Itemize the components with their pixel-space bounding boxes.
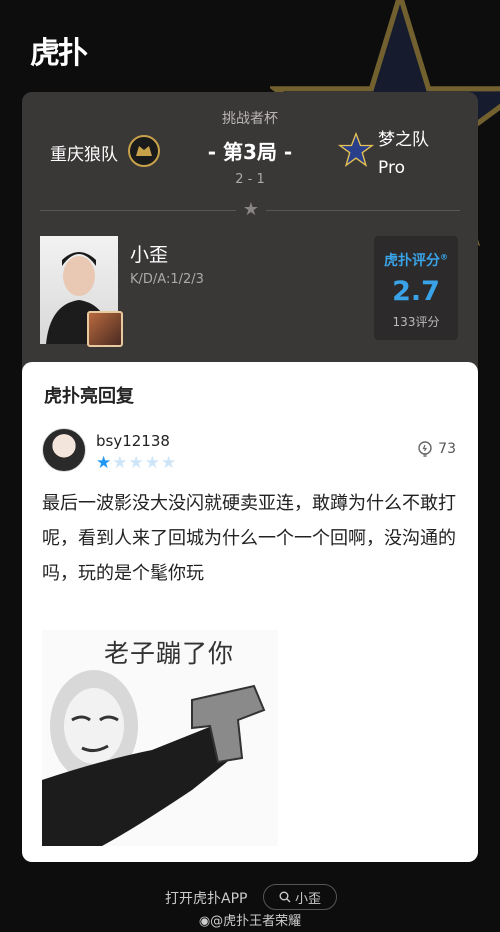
cup-name: 挑战者杯 (222, 111, 278, 127)
team-right-logo (338, 132, 374, 167)
divider-star-icon: ★ (242, 199, 260, 220)
reply-card: 虎扑亮回复 bsy12138 ★★★★★ 73 最后一波影没大没闪就硬卖亚连，敢… (22, 362, 478, 862)
star-empty-icon: ★ (112, 453, 129, 473)
weibo-handle: @虎扑王者荣耀 (210, 914, 302, 929)
avatar[interactable] (42, 428, 86, 472)
registered-icon: ® (440, 252, 448, 262)
open-app-link[interactable]: 打开虎扑APP (165, 888, 247, 908)
team-left-logo (128, 135, 160, 167)
rating-value: 2.7 (392, 276, 440, 307)
rating-label: 虎扑评分® (384, 252, 448, 269)
rating-count: 133评分 (392, 315, 440, 329)
search-icon (279, 891, 291, 903)
weibo-icon: ◉ (198, 914, 211, 929)
meme-caption: 老子蹦了你 (104, 639, 235, 668)
search-chip[interactable]: 小歪 (263, 884, 337, 910)
team-right-name-line2: Pro (378, 158, 405, 178)
star-filled-icon: ★ (96, 453, 113, 473)
hero-thumbnail (87, 311, 123, 347)
lightbulb-icon (418, 441, 432, 457)
star-empty-icon: ★ (161, 453, 178, 473)
meme-image: 老子蹦了你 (42, 630, 278, 846)
hupu-logo: 虎扑 (30, 36, 88, 71)
star-rating: ★★★★★ (96, 454, 177, 472)
like-count: 73 (438, 441, 456, 457)
team-right-name: 梦之队 Pro (378, 126, 429, 182)
player-kda: K/D/A:1/2/3 (130, 272, 204, 287)
like-button[interactable]: 73 (416, 440, 456, 458)
team-left-name: 重庆狼队 (50, 145, 118, 165)
match-card: 挑战者杯 - 第3局 - 2 - 1 重庆狼队 梦之队 Pro ★ 小歪 K/D… (22, 92, 478, 382)
search-term: 小歪 (294, 891, 321, 907)
wolf-icon (136, 146, 152, 156)
reply-title: 虎扑亮回复 (44, 386, 134, 407)
player-name[interactable]: 小歪 (130, 240, 168, 267)
star-empty-icon: ★ (128, 453, 145, 473)
star-empty-icon: ★ (144, 453, 161, 473)
rating-box: 虎扑评分® 2.7 133评分 (374, 236, 458, 340)
team-right-name-line1: 梦之队 (378, 130, 429, 150)
divider-left (40, 210, 236, 211)
comment-text: 最后一波影没大没闪就硬卖亚连，敢蹲为什么不敢打呢，看到人来了回城为什么一个一个回… (42, 493, 456, 584)
weibo-watermark: ◉@虎扑王者荣耀 (0, 910, 500, 929)
username[interactable]: bsy12138 (96, 432, 170, 450)
divider-right (266, 210, 460, 211)
